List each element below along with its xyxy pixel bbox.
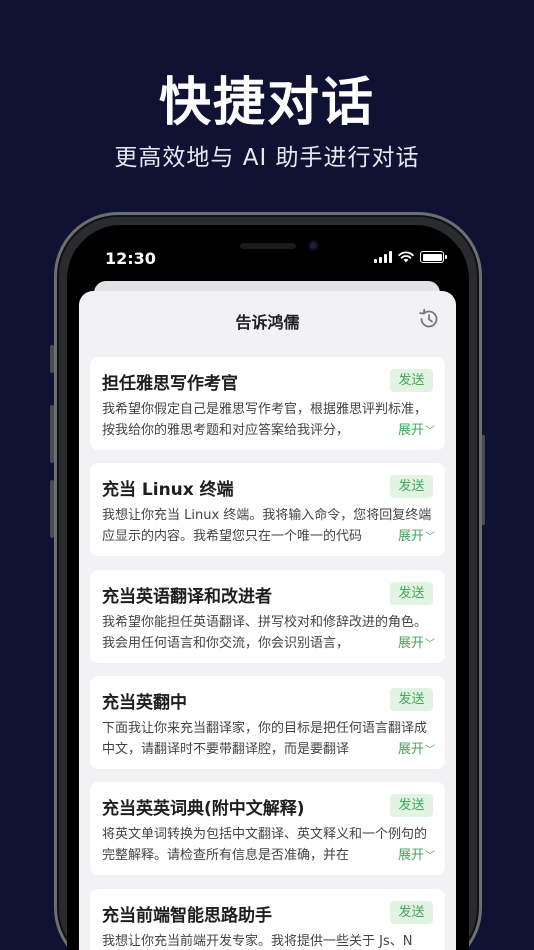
battery-icon xyxy=(420,251,447,263)
expand-label: 展开 xyxy=(397,848,424,863)
expand-link[interactable]: 展开﹀ xyxy=(375,633,435,655)
cellular-signal-icon xyxy=(374,251,392,263)
subline: 更高效地与 AI 助手进行对话 xyxy=(114,145,420,171)
expand-label: 展开 xyxy=(397,636,424,651)
expand-label: 展开 xyxy=(397,529,424,544)
earpiece-speaker xyxy=(240,243,296,249)
send-button[interactable]: 发送 xyxy=(390,475,433,498)
card-title: 充当英翻中 xyxy=(102,693,187,713)
send-button[interactable]: 发送 xyxy=(390,901,433,924)
history-icon[interactable] xyxy=(417,307,441,331)
prompt-card[interactable]: 充当 Linux 终端 发送 我想让你充当 Linux 终端。我将输入命令，您将… xyxy=(90,463,445,556)
chevron-down-icon: ﹀ xyxy=(425,745,435,756)
send-button[interactable]: 发送 xyxy=(390,369,433,392)
card-title: 充当英语翻译和改进者 xyxy=(102,587,272,607)
prompt-card[interactable]: 充当前端智能思路助手 发送 我想让你充当前端开发专家。我将提供一些关于 Js、N xyxy=(90,889,445,950)
chevron-down-icon: ﹀ xyxy=(425,639,435,650)
card-title: 充当 Linux 终端 xyxy=(102,480,234,500)
status-time: 12:30 xyxy=(105,249,156,268)
headline: 快捷对话 xyxy=(158,73,375,133)
expand-link[interactable]: 展开﹀ xyxy=(375,739,435,761)
chevron-down-icon: ﹀ xyxy=(425,426,435,437)
card-title: 充当前端智能思路助手 xyxy=(102,906,272,926)
card-description: 我想让你充当前端开发专家。我将提供一些关于 Js、N xyxy=(102,934,413,949)
chevron-down-icon: ﹀ xyxy=(425,532,435,543)
expand-link[interactable]: 展开﹀ xyxy=(375,845,435,867)
prompt-card[interactable]: 充当英翻中 发送 下面我让你来充当翻译家，你的目标是把任何语言翻译成中文，请翻译… xyxy=(90,676,445,769)
send-button[interactable]: 发送 xyxy=(390,794,433,817)
expand-link[interactable]: 展开﹀ xyxy=(375,420,435,442)
expand-label: 展开 xyxy=(397,742,424,757)
prompt-card[interactable]: 担任雅思写作考官 发送 我希望你假定自己是雅思写作考官，根据雅思评判标准，按我给… xyxy=(90,357,445,450)
card-title: 担任雅思写作考官 xyxy=(102,374,238,394)
wifi-icon xyxy=(398,251,414,263)
send-button[interactable]: 发送 xyxy=(390,688,433,711)
prompt-card[interactable]: 充当英英词典(附中文解释) 发送 将英文单词转换为包括中文翻译、英文释义和一个例… xyxy=(90,782,445,875)
sheet-title: 告诉鸿儒 xyxy=(235,313,300,332)
chevron-down-icon: ﹀ xyxy=(425,851,435,862)
prompt-sheet: 告诉鸿儒 担任雅思写作考官 发送 我希望你假定自己是雅思写作考官，根据雅思评判标… xyxy=(79,291,456,950)
front-camera xyxy=(308,240,319,251)
expand-label: 展开 xyxy=(397,423,424,438)
expand-link[interactable]: 展开﹀ xyxy=(375,526,435,548)
send-button[interactable]: 发送 xyxy=(390,582,433,605)
prompt-card[interactable]: 充当英语翻译和改进者 发送 我希望你能担任英语翻译、拼写校对和修辞改进的角色。我… xyxy=(90,570,445,663)
status-icons xyxy=(374,251,447,263)
card-title: 充当英英词典(附中文解释) xyxy=(102,799,305,819)
